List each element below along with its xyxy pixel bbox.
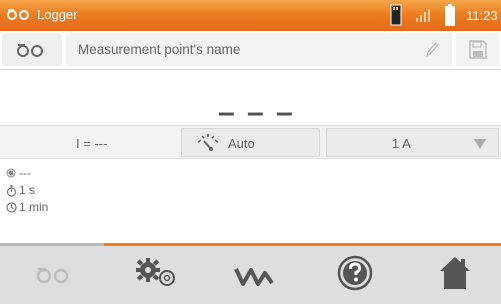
interval-value: 1 s bbox=[19, 183, 36, 197]
chevron-down-icon bbox=[474, 139, 486, 149]
interval-line: 1 s bbox=[6, 183, 48, 200]
measurement-point-name-field[interactable]: Measurement point's name bbox=[66, 33, 452, 66]
nav-home-button[interactable] bbox=[404, 246, 501, 304]
gauge-needle-icon bbox=[197, 134, 219, 151]
current-readout: I = --- bbox=[76, 136, 108, 151]
logger-icon bbox=[7, 9, 29, 20]
duration-value: 1 min bbox=[19, 200, 49, 214]
save-button[interactable] bbox=[456, 33, 499, 66]
stopwatch-icon bbox=[6, 185, 17, 197]
range-select[interactable]: 1 A bbox=[326, 128, 499, 157]
status-line: --- bbox=[6, 166, 48, 183]
status-value: --- bbox=[19, 166, 31, 180]
measurement-point-placeholder: Measurement point's name bbox=[78, 42, 241, 57]
app-title: Logger bbox=[37, 7, 78, 22]
bottom-nav-bar bbox=[0, 243, 501, 304]
signal-icon bbox=[416, 9, 430, 22]
logger-settings-summary: --- 1 s 1 min bbox=[6, 166, 48, 217]
nav-graph-button[interactable] bbox=[204, 246, 304, 304]
tape-reel-icon bbox=[36, 267, 69, 284]
range-value: 1 A bbox=[392, 136, 411, 151]
floppy-disk-icon bbox=[469, 40, 487, 59]
sd-card-icon bbox=[390, 4, 402, 26]
nav-logger-button[interactable] bbox=[0, 246, 104, 304]
home-icon bbox=[440, 257, 470, 289]
nav-settings-button[interactable] bbox=[104, 246, 204, 304]
logger-button[interactable] bbox=[2, 33, 62, 66]
measurement-point-row: Measurement point's name bbox=[0, 31, 501, 70]
status-bar: Logger 11:23 bbox=[0, 0, 501, 31]
range-mode-label: Auto bbox=[228, 136, 255, 151]
gears-icon bbox=[136, 258, 175, 286]
clock: 11:23 bbox=[466, 8, 498, 23]
waveform-icon bbox=[234, 268, 274, 286]
parameter-row: I = --- Auto 1 A bbox=[0, 125, 501, 159]
range-mode-button[interactable]: Auto bbox=[181, 128, 320, 157]
battery-icon bbox=[445, 4, 455, 26]
record-status-icon bbox=[6, 168, 16, 178]
pencil-icon[interactable] bbox=[424, 41, 440, 59]
tape-reel-icon bbox=[17, 44, 43, 57]
nav-help-button[interactable] bbox=[304, 246, 404, 304]
clock-icon bbox=[6, 202, 17, 213]
question-icon bbox=[337, 255, 373, 291]
duration-line: 1 min bbox=[6, 200, 48, 217]
